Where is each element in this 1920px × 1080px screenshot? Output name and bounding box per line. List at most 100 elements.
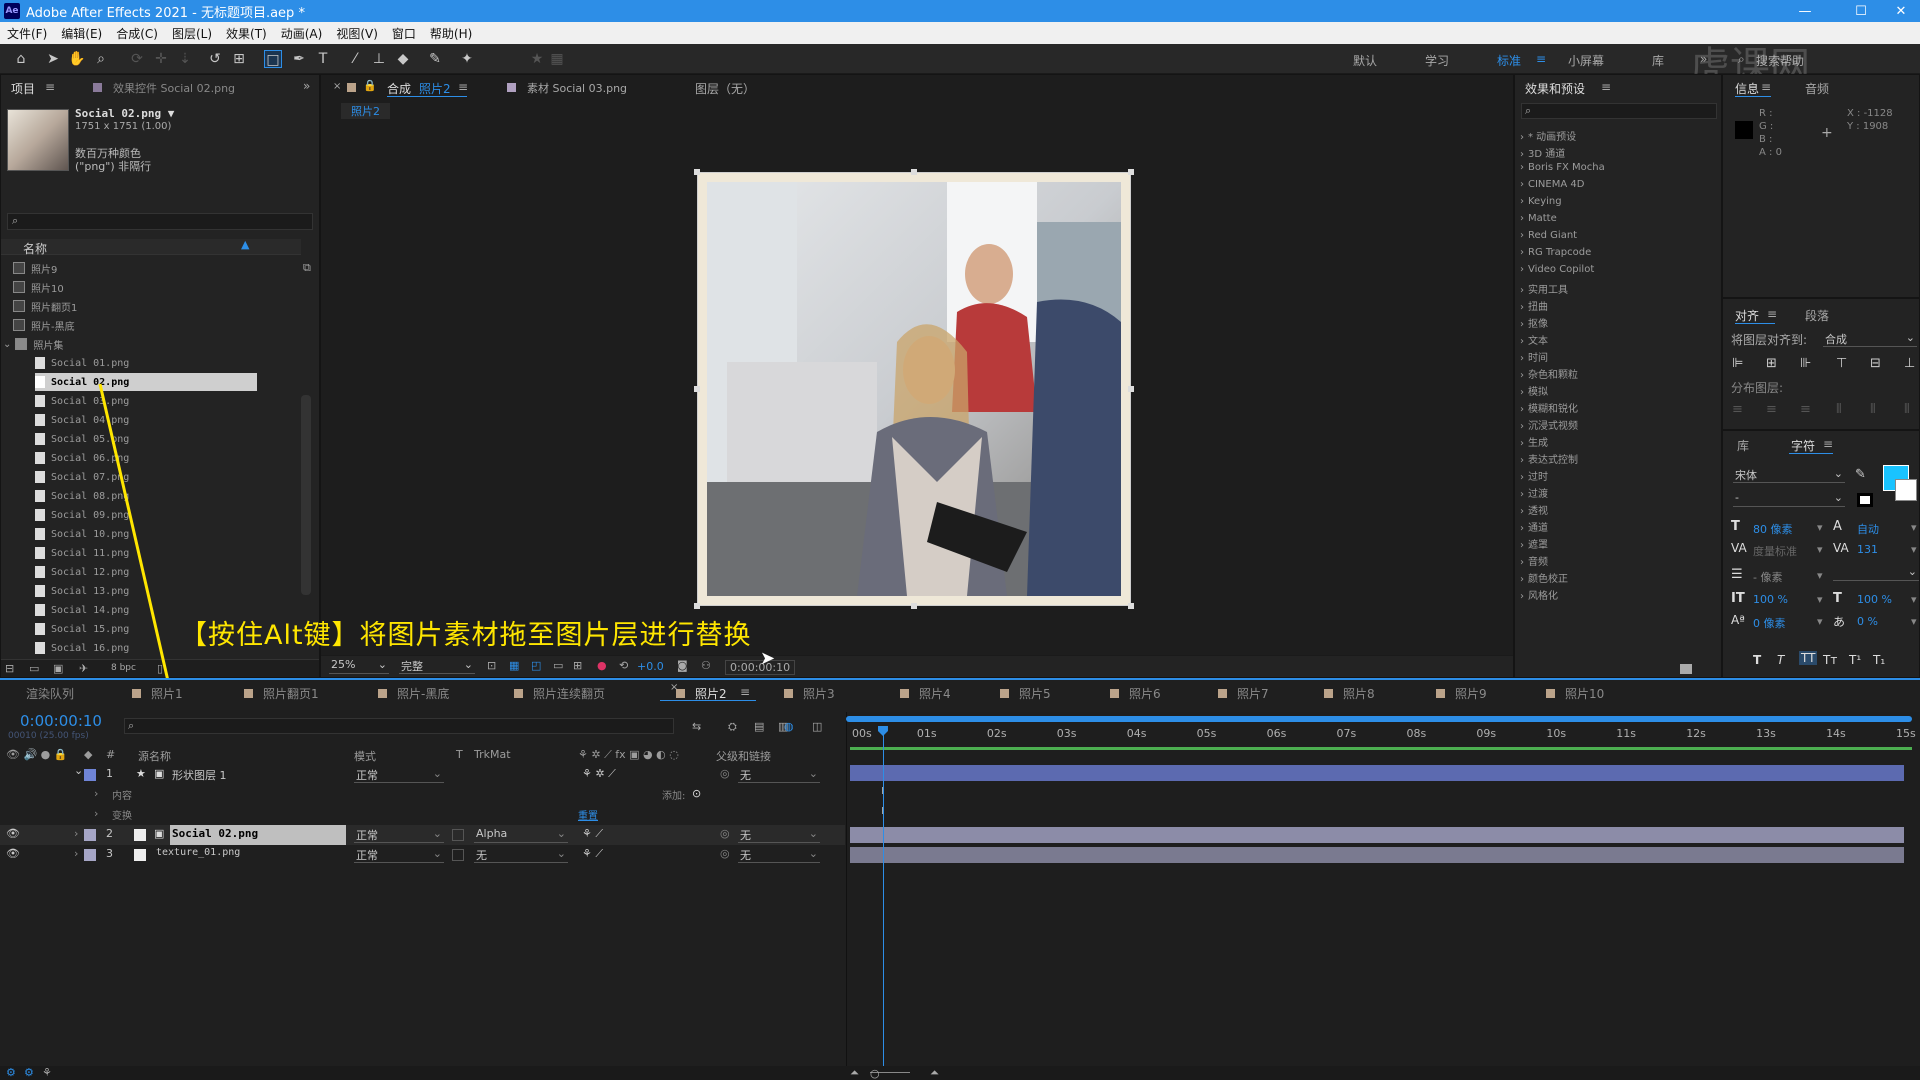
tab-menu-icon[interactable]: ≡ — [1601, 80, 1611, 94]
effect-category[interactable]: › 时间 — [1520, 349, 1548, 364]
effect-category[interactable]: › 过时 — [1520, 468, 1548, 483]
timeline-tab[interactable]: 照片9 — [1436, 685, 1487, 702]
project-scrollbar[interactable] — [301, 395, 311, 595]
close-tab-icon[interactable]: × — [670, 682, 678, 693]
transform-handle[interactable] — [1128, 169, 1134, 175]
tab-menu-icon[interactable]: ≡ — [1767, 307, 1777, 321]
distribute-icon[interactable]: ⦀ — [1904, 402, 1918, 418]
tab-paragraph[interactable]: 段落 — [1805, 307, 1829, 324]
twirl-closed-icon[interactable]: › — [74, 827, 78, 840]
minimize-button[interactable]: — — [1782, 0, 1828, 22]
mode-dropdown[interactable]: 正常 ⌄ — [354, 827, 444, 843]
distribute-icon[interactable]: ≡ — [1766, 402, 1780, 418]
tab-library[interactable]: 库 — [1737, 437, 1749, 454]
zoom-out-icon[interactable]: ⏶ — [850, 1066, 859, 1080]
effect-category[interactable]: › 遮罩 — [1520, 536, 1548, 551]
tab-menu-icon[interactable]: ≡ — [740, 685, 750, 699]
leading-value[interactable]: 自动 — [1857, 521, 1879, 537]
align-vcenter-icon[interactable]: ⊟ — [1870, 356, 1884, 372]
align-right-icon[interactable]: ⊪ — [1800, 356, 1814, 372]
resolution-dropdown[interactable]: 完整 ⌄ — [399, 658, 475, 674]
effect-category[interactable]: › Red Giant — [1520, 230, 1577, 241]
layer-row-3[interactable]: 👁 › 3 texture_01.png 正常 ⌄ 无 ⌄ ⚘ ⟋ ◎ 无 ⌄ — [0, 845, 845, 865]
layer-bar-1[interactable] — [850, 765, 1904, 781]
toggle-switches-icon[interactable]: ⚙ — [6, 1066, 16, 1079]
lock-icon[interactable]: 🔒 — [363, 79, 377, 92]
menu-view[interactable]: 视图(V) — [329, 25, 385, 42]
layer-bar-3[interactable] — [850, 847, 1904, 863]
twirl-closed-icon[interactable]: › — [94, 807, 98, 820]
chevron-down-icon[interactable]: ▾ — [1911, 543, 1917, 556]
faux-italic-icon[interactable]: T — [1777, 653, 1784, 667]
chevron-down-icon[interactable]: ▾ — [1911, 615, 1917, 628]
effect-category[interactable]: › 模糊和锐化 — [1520, 400, 1578, 415]
timeline-tab[interactable]: 照片翻页1 — [244, 685, 319, 702]
twirl-open-icon[interactable]: ⌄ — [74, 764, 83, 777]
property-transform[interactable]: 变换 — [112, 807, 132, 822]
align-to-dropdown[interactable]: 合成 ⌄ — [1823, 331, 1917, 347]
layer-bar-2[interactable] — [850, 827, 1904, 843]
superscript-icon[interactable]: T¹ — [1849, 653, 1861, 667]
comp-mini-flowchart-icon[interactable]: ⇆ — [692, 720, 701, 733]
effect-category[interactable]: › 音频 — [1520, 553, 1548, 568]
star-icon[interactable]: ★ — [528, 50, 546, 68]
tab-layer[interactable]: 图层（无） — [695, 80, 755, 97]
region-of-interest-icon[interactable]: ▭ — [553, 659, 563, 672]
timeline-tab[interactable]: 照片连续翻页 — [514, 685, 605, 702]
toggle-timing-icon[interactable]: ⚘ — [42, 1066, 52, 1079]
tab-menu-icon[interactable]: ≡ — [1761, 80, 1771, 94]
zoom-dropdown[interactable]: 25% ⌄ — [329, 658, 389, 674]
distribute-icon[interactable]: ⦀ — [1836, 402, 1850, 418]
stroke-type-dropdown[interactable]: ⌄ — [1833, 565, 1919, 581]
preserve-transparency-toggle[interactable] — [452, 849, 464, 861]
zoom-slider-knob[interactable]: ○ — [870, 1067, 880, 1080]
close-button[interactable]: ✕ — [1878, 0, 1920, 22]
font-style-dropdown[interactable]: - ⌄ — [1733, 491, 1845, 507]
timeline-tab[interactable]: 照片3 — [784, 685, 835, 702]
label-color[interactable] — [84, 849, 96, 861]
mode-dropdown[interactable]: 正常 ⌄ — [354, 767, 444, 783]
col-source-name[interactable]: 源名称 — [138, 748, 171, 764]
tsume-value[interactable]: 0 % — [1857, 615, 1878, 628]
current-timecode[interactable]: 0:00:00:10 — [20, 712, 102, 730]
col-trkmat[interactable]: TrkMat — [474, 748, 511, 761]
effect-category[interactable]: › 颜色校正 — [1520, 570, 1568, 585]
grid-guides-icon[interactable]: ⊞ — [573, 659, 582, 672]
label-color[interactable] — [84, 829, 96, 841]
tab-composition-name[interactable]: 照片2 — [419, 80, 451, 97]
effect-category[interactable]: › RG Trapcode — [1520, 247, 1591, 258]
roto-brush-icon[interactable]: ✎ — [426, 50, 444, 68]
stroke-width-value[interactable]: - 像素 — [1753, 569, 1782, 585]
trkmat-dropdown[interactable]: 无 ⌄ — [474, 847, 568, 863]
snapshot-icon[interactable]: ◙ — [677, 659, 688, 672]
brush-tool-icon[interactable]: ⁄ — [346, 50, 364, 68]
effect-category[interactable]: › 过渡 — [1520, 485, 1548, 500]
layer-property-row[interactable]: › 变换 重置 — [0, 805, 845, 825]
pickwhip-icon[interactable]: ◎ — [720, 767, 730, 780]
mode-dropdown[interactable]: 正常 ⌄ — [354, 847, 444, 863]
pickwhip-icon[interactable]: ◎ — [720, 827, 730, 840]
effect-category[interactable]: › Video Copilot — [1520, 264, 1594, 275]
keyframe-marker-icon[interactable]: I — [881, 786, 884, 797]
align-bottom-icon[interactable]: ⊥ — [1904, 356, 1918, 372]
chevron-down-icon[interactable]: ▾ — [1911, 521, 1917, 534]
tab-menu-icon[interactable]: ≡ — [458, 80, 468, 94]
show-snapshot-icon[interactable]: ⚇ — [701, 659, 711, 672]
effect-category[interactable]: › CINEMA 4D — [1520, 179, 1584, 190]
stroke-color-swatch[interactable] — [1895, 479, 1917, 501]
close-tab-icon[interactable]: × — [333, 81, 341, 92]
tab-effects-presets[interactable]: 效果和预设 — [1525, 80, 1585, 97]
timeline-tab[interactable]: 照片10 — [1546, 685, 1604, 702]
distribute-icon[interactable]: ≡ — [1732, 402, 1746, 418]
playhead[interactable] — [882, 726, 884, 1066]
layer-switches[interactable]: ⚘ ⟋ — [582, 847, 603, 861]
effect-category[interactable]: › 透视 — [1520, 502, 1548, 517]
eyedropper-icon[interactable]: ✎ — [1855, 467, 1866, 482]
layer-row-1[interactable]: ⌄ 1 ★ ▣ 形状图层 1 正常 ⌄ ⚘ ✲ ⟋ ◎ 无 ⌄ — [0, 764, 845, 785]
visibility-eye-icon[interactable]: 👁 — [6, 847, 20, 860]
effect-category[interactable]: › 扭曲 — [1520, 298, 1548, 313]
mask-visibility-icon[interactable]: ◰ — [531, 659, 541, 672]
workspace-standard[interactable]: 标准 — [1497, 52, 1521, 69]
exposure-value[interactable]: +0.0 — [637, 660, 664, 673]
all-caps-icon[interactable]: TT — [1799, 651, 1818, 665]
